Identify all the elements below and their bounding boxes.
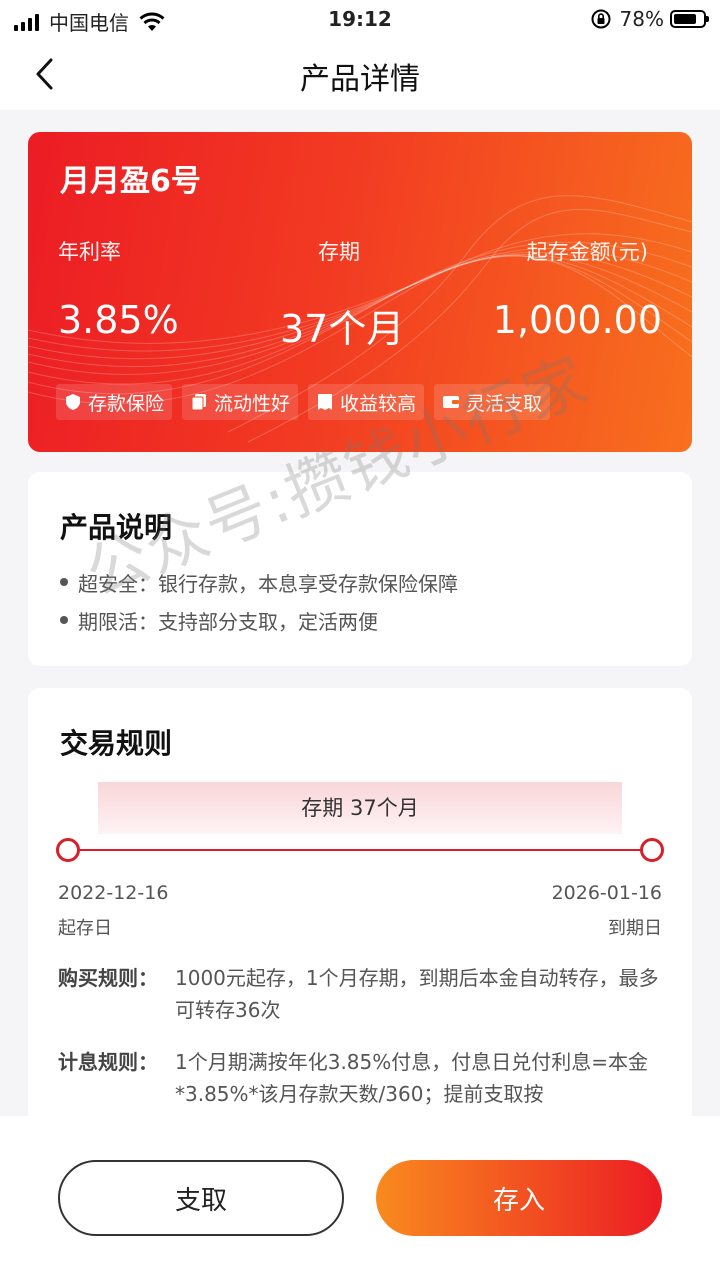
buy-rule: 购买规则： 1000元起存，1个月存期，到期后本金自动转存，最多可转存36次 xyxy=(58,962,668,1026)
rate-value: 3.85% xyxy=(58,298,179,342)
description-text: 期限活：支持部分支取，定活两便 xyxy=(78,610,378,634)
receipt-icon xyxy=(318,394,333,410)
term-label: 存期 xyxy=(318,240,360,264)
battery-icon xyxy=(670,10,709,28)
min-amount-label: 起存金额(元) xyxy=(526,240,648,264)
product-hero-card: 月月盈6号 年利率 存期 起存金额(元) 3.85% 37个月 1,000.00… xyxy=(28,132,692,452)
interest-rule-text: 1个月期满按年化3.85%付息，付息日兑付利息=本金*3.85%*该月存款天数/… xyxy=(175,1050,649,1106)
description-item: 超安全：银行存款，本息享受存款保险保障 xyxy=(58,568,458,597)
start-date-label: 起存日 xyxy=(58,918,112,939)
term-value: 37个月 xyxy=(280,307,405,351)
tag-label: 存款保险 xyxy=(88,392,165,415)
buy-rule-label: 购买规则： xyxy=(58,966,158,990)
term-banner: 存期 37个月 xyxy=(98,782,622,834)
bottom-action-bar: 支取 存入 xyxy=(0,1116,720,1280)
tag-deposit-insurance: 存款保险 xyxy=(56,384,173,420)
tag-label: 收益较高 xyxy=(340,392,417,415)
timeline-line xyxy=(68,849,652,851)
bullet-dot xyxy=(60,616,68,624)
end-date-label: 到期日 xyxy=(608,918,662,939)
bullet-dot xyxy=(60,578,68,586)
end-date: 2026-01-16 xyxy=(551,882,662,904)
timeline-start-node xyxy=(56,838,80,862)
tag-high-yield: 收益较高 xyxy=(308,384,425,420)
page-title: 产品详情 xyxy=(300,62,420,97)
rules-title: 交易规则 xyxy=(60,727,173,760)
rate-label: 年利率 xyxy=(58,240,121,264)
battery-percent: 78% xyxy=(619,7,664,31)
description-title: 产品说明 xyxy=(60,511,173,544)
product-description-card: 产品说明 超安全：银行存款，本息享受存款保险保障 期限活：支持部分支取，定活两便 xyxy=(28,472,692,666)
trading-rules-card: 交易规则 存期 37个月 2022-12-16 2026-01-16 起存日 到… xyxy=(28,688,692,1148)
product-tags: 存款保险 流动性好 收益较高 灵活支取 xyxy=(56,384,551,420)
tag-label: 灵活支取 xyxy=(466,392,543,415)
description-text: 超安全：银行存款，本息享受存款保险保障 xyxy=(78,572,458,596)
timeline-end-node xyxy=(640,838,664,862)
shield-icon xyxy=(66,394,80,410)
withdraw-button[interactable]: 支取 xyxy=(58,1160,344,1236)
interest-rule-label: 计息规则： xyxy=(58,1050,158,1074)
deposit-button[interactable]: 存入 xyxy=(376,1160,662,1236)
status-right: 78% xyxy=(590,7,709,31)
interest-rule: 计息规则： 1个月期满按年化3.85%付息，付息日兑付利息=本金*3.85%*该… xyxy=(58,1046,668,1110)
buy-rule-text: 1000元起存，1个月存期，到期后本金自动转存，最多可转存36次 xyxy=(175,966,659,1022)
orientation-lock-icon xyxy=(591,9,611,29)
description-item: 期限活：支持部分支取，定活两便 xyxy=(58,606,378,635)
tag-flexible-withdraw: 灵活支取 xyxy=(434,384,551,420)
wallet-icon xyxy=(443,396,460,408)
status-bar: 中国电信 19:12 78% xyxy=(0,0,720,38)
nav-bar: 产品详情 xyxy=(0,38,720,110)
tag-label: 流动性好 xyxy=(214,392,291,415)
term-timeline xyxy=(56,838,664,862)
tag-liquidity: 流动性好 xyxy=(182,384,299,420)
start-date: 2022-12-16 xyxy=(58,882,169,904)
min-amount-value: 1,000.00 xyxy=(492,298,662,342)
product-name: 月月盈6号 xyxy=(60,164,201,199)
documents-icon xyxy=(191,394,207,411)
